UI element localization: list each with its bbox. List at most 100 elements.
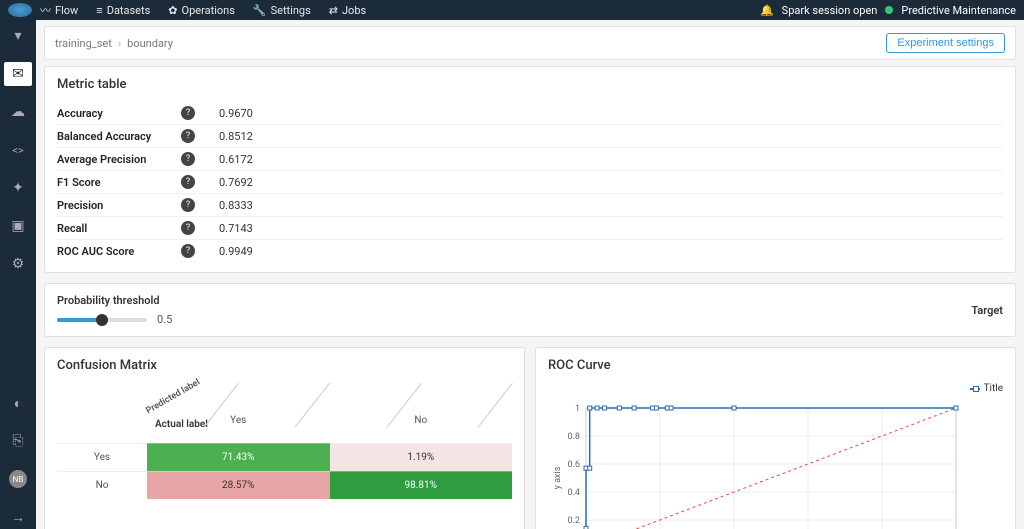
svg-text:1: 1: [575, 404, 580, 414]
roc-chart: 000.20.20.40.40.60.60.80.811x axisy axis: [548, 398, 968, 529]
help-icon[interactable]: ?: [181, 152, 195, 166]
help-icon[interactable]: ?: [181, 175, 195, 189]
threshold-label: Probability threshold: [57, 294, 172, 307]
metric-row: Precision? 0.8333: [57, 194, 1003, 217]
help-icon[interactable]: ?: [181, 198, 195, 212]
code-icon: <>: [12, 144, 23, 157]
session-status: Spark session open: [782, 4, 878, 17]
metric-value: 0.6172: [219, 153, 253, 166]
nav-flow[interactable]: 〰Flow: [40, 2, 78, 18]
nav-jobs[interactable]: ⇄Jobs: [329, 2, 366, 18]
help-icon[interactable]: ?: [181, 244, 195, 258]
cm-row-label: No: [57, 471, 147, 499]
metric-value: 0.8333: [219, 199, 253, 212]
sidebar-mail[interactable]: ✉: [4, 62, 32, 86]
nav-operations[interactable]: ✿Operations: [168, 2, 235, 18]
content: training_set › boundary Experiment setti…: [36, 20, 1024, 529]
top-nav: 〰Flow ≡Datasets ✿Operations 🔧Settings ⇄J…: [40, 2, 760, 18]
target-label: Target: [971, 304, 1003, 317]
project-name[interactable]: Predictive Maintenance: [901, 4, 1016, 17]
metric-name: F1 Score: [57, 176, 177, 189]
sidebar-export[interactable]: ⎘: [4, 429, 32, 453]
threshold-value: 0.5: [157, 313, 172, 326]
experiment-settings-button[interactable]: Experiment settings: [886, 33, 1005, 53]
sidebar: ▾ ✉ ☁ <> ✦ ▣ ⚙ ◐ ⎘ NB →: [0, 20, 36, 529]
metric-name: Precision: [57, 199, 177, 212]
svg-text:y axis: y axis: [553, 466, 563, 489]
confusion-title: Confusion Matrix: [57, 358, 512, 373]
cm-col-yes: Yes: [147, 383, 330, 443]
roc-curve-card: ROC Curve Title 000.20.20.40.40.60.60.80…: [535, 347, 1016, 529]
cm-row: No28.57%98.81%: [57, 471, 512, 499]
help-icon[interactable]: ?: [181, 221, 195, 235]
jobs-icon: ⇄: [329, 4, 338, 17]
breadcrumb-row: training_set › boundary Experiment setti…: [44, 26, 1016, 60]
cm-row-label: Yes: [57, 443, 147, 471]
metric-row: F1 Score? 0.7692: [57, 171, 1003, 194]
metric-name: ROC AUC Score: [57, 245, 177, 258]
metric-value: 0.8512: [219, 130, 253, 143]
metric-row: ROC AUC Score? 0.9949: [57, 240, 1003, 262]
nav-datasets[interactable]: ≡Datasets: [96, 2, 150, 18]
roc-legend: Title: [548, 383, 1003, 394]
breadcrumb-b[interactable]: boundary: [127, 37, 173, 50]
metric-row: Accuracy? 0.9670: [57, 102, 1003, 125]
sidebar-upload[interactable]: ☁: [4, 100, 32, 124]
sidebar-dropdown[interactable]: ▾: [4, 24, 32, 48]
svg-text:0.4: 0.4: [568, 488, 581, 498]
logo: [8, 3, 32, 17]
sidebar-box[interactable]: ▣: [4, 214, 32, 238]
sidebar-globe[interactable]: ◐: [4, 391, 32, 415]
cloud-upload-icon: ☁: [11, 104, 25, 120]
metric-table-title: Metric table: [57, 77, 1003, 92]
metric-value: 0.7143: [219, 222, 253, 235]
metric-row: Average Precision? 0.6172: [57, 148, 1003, 171]
status-dot-icon: [885, 6, 893, 14]
wrench-icon: 🔧: [253, 4, 267, 17]
cm-cell: 98.81%: [330, 471, 513, 499]
export-icon: ⎘: [12, 433, 23, 449]
sidebar-collapse[interactable]: →: [4, 505, 32, 529]
confusion-matrix-card: Confusion Matrix Predicted label Actual …: [44, 347, 525, 529]
svg-text:0.8: 0.8: [568, 432, 581, 442]
gear-icon: ✿: [168, 4, 177, 17]
puzzle-icon: ✦: [12, 180, 24, 196]
threshold-card: Probability threshold 0.5 Target: [44, 283, 1016, 337]
nav-settings[interactable]: 🔧Settings: [253, 2, 311, 18]
cm-col-no: No: [330, 383, 513, 443]
bell-icon[interactable]: 🔔: [760, 4, 774, 17]
globe-icon: ◐: [14, 395, 22, 412]
list-icon: ≡: [96, 4, 102, 17]
metric-value: 0.9670: [219, 107, 253, 120]
sidebar-code[interactable]: <>: [4, 138, 32, 162]
sidebar-settings[interactable]: ⚙: [4, 252, 32, 276]
topbar: 〰Flow ≡Datasets ✿Operations 🔧Settings ⇄J…: [0, 0, 1024, 20]
metric-name: Accuracy: [57, 107, 177, 120]
cm-row: Yes71.43%1.19%: [57, 443, 512, 471]
threshold-slider[interactable]: [57, 318, 147, 322]
breadcrumb-a[interactable]: training_set: [55, 37, 112, 50]
cm-cell: 1.19%: [330, 443, 513, 471]
chevron-right-icon: ›: [118, 37, 121, 50]
notebook-icon: NB: [9, 470, 27, 488]
roc-legend-label: Title: [984, 383, 1003, 394]
metric-value: 0.9949: [219, 245, 253, 258]
sidebar-notebook[interactable]: NB: [4, 467, 32, 491]
legend-marker-icon: [970, 388, 980, 390]
gear-icon: ⚙: [12, 256, 25, 272]
svg-text:0.2: 0.2: [568, 516, 581, 526]
metric-value: 0.7692: [219, 176, 253, 189]
help-icon[interactable]: ?: [181, 106, 195, 120]
metric-row: Balanced Accuracy? 0.8512: [57, 125, 1003, 148]
sidebar-puzzle[interactable]: ✦: [4, 176, 32, 200]
cm-cell: 28.57%: [147, 471, 330, 499]
metric-name: Balanced Accuracy: [57, 130, 177, 143]
help-icon[interactable]: ?: [181, 129, 195, 143]
cm-cell: 71.43%: [147, 443, 330, 471]
roc-title: ROC Curve: [548, 358, 1003, 373]
box-icon: ▣: [11, 218, 24, 234]
mail-icon: ✉: [12, 66, 24, 82]
metric-name: Average Precision: [57, 153, 177, 166]
arrow-right-icon: →: [11, 509, 25, 526]
metric-name: Recall: [57, 222, 177, 235]
